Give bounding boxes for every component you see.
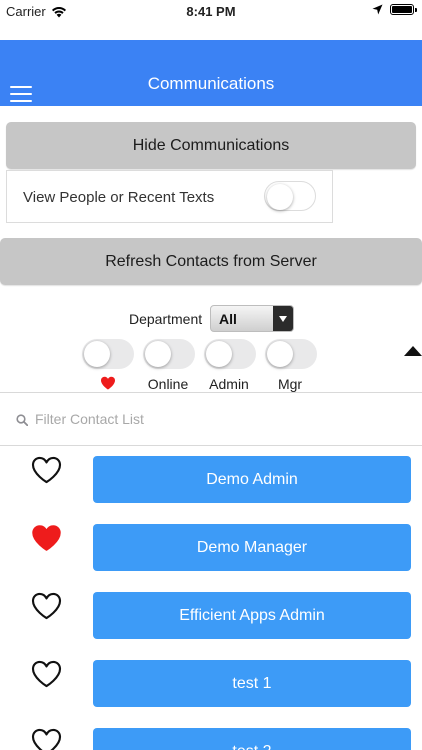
contact-row: Demo Admin — [0, 456, 422, 524]
admin-filter-label: Admin — [209, 376, 249, 392]
status-bar: Carrier 8:41 PM — [0, 0, 422, 22]
view-people-label: View People or Recent Texts — [23, 189, 215, 206]
heart-outline-icon[interactable] — [31, 592, 62, 620]
heart-outline-icon[interactable] — [31, 728, 62, 750]
page-title: Communications — [147, 74, 275, 93]
location-arrow-icon — [372, 4, 383, 15]
favorites-filter-toggle[interactable] — [82, 339, 134, 369]
hide-communications-button[interactable]: Hide Communications — [6, 122, 416, 169]
department-label: Department — [129, 311, 203, 327]
toggle-knob — [145, 341, 171, 367]
mgr-filter-toggle[interactable] — [265, 339, 317, 369]
search-icon — [16, 414, 28, 426]
dropdown-arrow-icon — [273, 306, 293, 331]
collapse-filters-icon[interactable] — [404, 346, 422, 356]
status-time: 8:41 PM — [186, 4, 236, 19]
view-people-toggle[interactable] — [264, 181, 316, 211]
heart-filled-icon[interactable] — [31, 524, 62, 552]
contact-row: test 2 — [0, 728, 422, 750]
refresh-contacts-button[interactable]: Refresh Contacts from Server — [0, 238, 422, 285]
toggle-knob — [206, 341, 232, 367]
battery-icon — [390, 4, 417, 15]
contact-button[interactable]: test 2 — [93, 728, 411, 750]
battery-fill — [392, 6, 412, 13]
department-select[interactable]: All — [210, 305, 294, 332]
online-filter-toggle[interactable] — [143, 339, 195, 369]
filter-contact-input[interactable] — [35, 407, 405, 431]
status-right — [372, 4, 417, 15]
contact-row: test 1 — [0, 660, 422, 728]
admin-filter-toggle[interactable] — [204, 339, 256, 369]
nav-bar: Communications — [0, 40, 422, 106]
contact-row: Efficient Apps Admin — [0, 592, 422, 660]
contact-button[interactable]: test 1 — [93, 660, 411, 707]
search-bar — [0, 392, 422, 446]
contact-button[interactable]: Demo Manager — [93, 524, 411, 571]
heart-icon — [101, 376, 115, 390]
heart-outline-icon[interactable] — [31, 456, 62, 484]
mgr-filter-label: Mgr — [277, 376, 303, 392]
contact-button[interactable]: Demo Admin — [93, 456, 411, 503]
online-filter-label: Online — [147, 376, 189, 392]
heart-outline-icon[interactable] — [31, 660, 62, 688]
toggle-knob — [84, 341, 110, 367]
toggle-knob — [267, 341, 293, 367]
toggle-knob — [267, 184, 293, 210]
department-value: All — [219, 311, 237, 327]
contact-row: Demo Manager — [0, 524, 422, 592]
contact-button[interactable]: Efficient Apps Admin — [93, 592, 411, 639]
